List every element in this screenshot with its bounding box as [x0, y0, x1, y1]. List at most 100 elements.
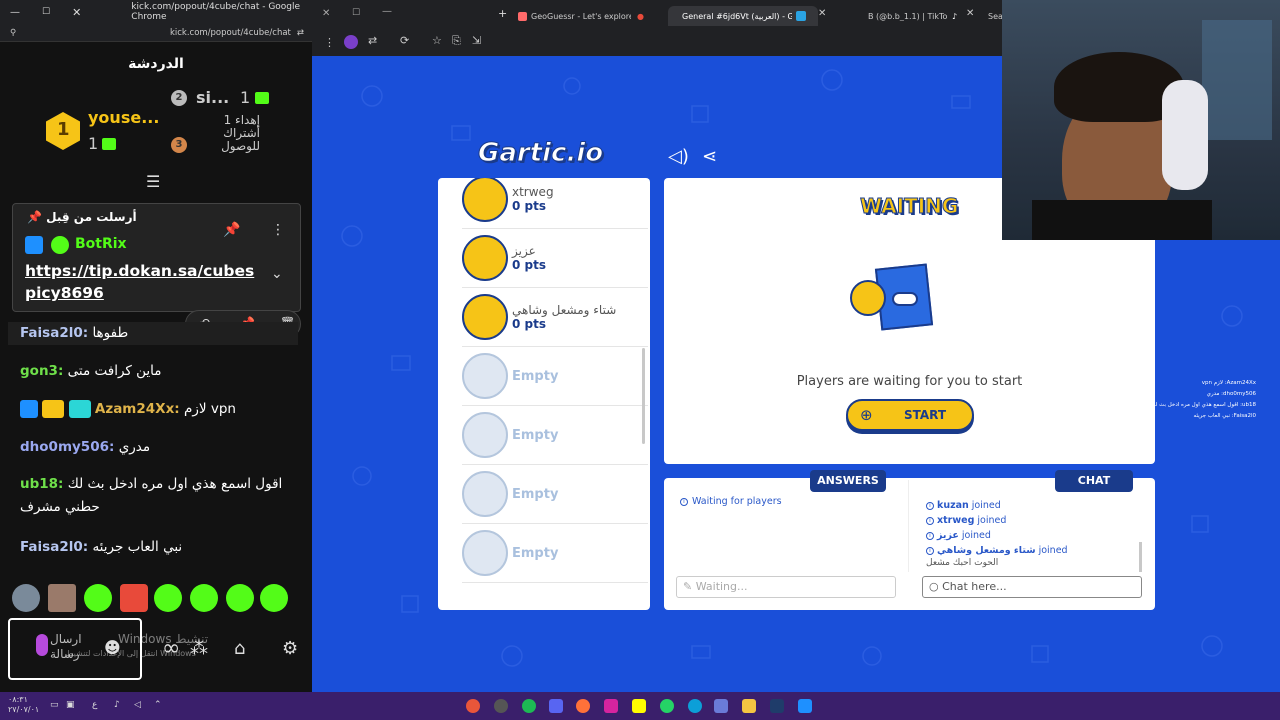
tab-gartic[interactable]: General #6jd6Vt (العربية) - Gartic [668, 6, 818, 26]
more-options-icon[interactable]: ⋮ [271, 222, 285, 238]
player-row[interactable]: شتاء ومشعل وشاهي 0 pts [462, 288, 648, 347]
store-icon[interactable]: ⌂ [234, 638, 245, 659]
bookmark-star-icon[interactable]: ☆ [432, 34, 442, 47]
firefox-taskbar-icon[interactable] [576, 699, 590, 713]
emote[interactable] [226, 584, 254, 612]
info-icon: i [926, 546, 934, 555]
message-user[interactable]: gon3: [20, 363, 63, 379]
player-row[interactable]: عزيز 0 pts [462, 229, 648, 288]
empty-slot: Empty [462, 347, 648, 406]
empty-label: Empty [512, 368, 559, 384]
answers-tab[interactable]: ANSWERS [810, 470, 886, 492]
camera-icon[interactable]: ▣ [66, 700, 75, 710]
tab-tiktok[interactable]: B (@b.b_1.1) | TikTok ♪ [868, 6, 968, 26]
maximize-icon[interactable]: ☐ [42, 7, 50, 17]
chrome-taskbar-icon[interactable] [466, 699, 480, 713]
volume-icon[interactable]: ◁ [134, 700, 141, 710]
tab-geoguessr[interactable]: GeoGuessr - Let's explore the w ● [518, 6, 648, 26]
tray-expand-icon[interactable]: ⌃ [154, 700, 162, 710]
chat-tab[interactable]: CHAT [1055, 470, 1133, 492]
share-page-icon[interactable]: ⇲ [472, 34, 481, 47]
minimize-icon[interactable]: — [10, 7, 20, 18]
maximize-icon[interactable]: ☐ [352, 8, 360, 18]
snapchat-taskbar-icon[interactable] [632, 699, 646, 713]
share-icon[interactable]: ⋖ [702, 146, 717, 167]
unpin-icon[interactable]: 📌 [223, 222, 240, 238]
chat-message[interactable]: Azam24Xx: لازم vpn [20, 398, 298, 421]
close-icon[interactable]: ✕ [322, 8, 330, 19]
instagram-taskbar-icon[interactable] [604, 699, 618, 713]
players-panel: xtrweg 0 pts عزيز 0 pts شتاء ومشعل وشاهي… [438, 178, 650, 610]
tab-label: Sear [988, 11, 1002, 21]
overlay-line: ub18: اقول اسمع هذي اول مره ادخل بث لك [1151, 402, 1256, 408]
tab-label: B (@b.b_1.1) | TikTok [868, 11, 948, 21]
app2-taskbar-icon[interactable] [770, 699, 784, 713]
overlay-line: Azam24Xx: لازم vpn [1201, 380, 1256, 386]
pinned-sender: BotRix [75, 236, 127, 252]
app-taskbar-icon[interactable] [714, 699, 728, 713]
close-tab-icon[interactable]: ✕ [818, 8, 826, 19]
message-user[interactable]: Azam24Xx: [95, 401, 180, 417]
player-row[interactable]: xtrweg 0 pts [462, 178, 648, 229]
emote[interactable] [12, 584, 40, 612]
spotify-taskbar-icon[interactable] [522, 699, 536, 713]
emote[interactable] [190, 584, 218, 612]
window-glow [1202, 20, 1272, 140]
chat-message[interactable]: ub18: اقول اسمع هذي اول مره ادخل بث لك ح… [20, 473, 298, 519]
translate-icon[interactable]: ⎘ [452, 34, 461, 48]
menu-dots-icon[interactable]: ⋮ [324, 36, 335, 49]
emote[interactable] [84, 584, 112, 612]
extensions-icon[interactable]: ⇄ [368, 34, 377, 47]
language-icon[interactable]: ع [92, 700, 97, 710]
reload-icon[interactable]: ⟳ [400, 34, 409, 47]
chat-message[interactable]: Faisa2l0: نبي العاب جريئه [20, 536, 298, 559]
gift-icon [102, 138, 116, 150]
chat-message[interactable]: dho0my506: مدري [20, 436, 298, 459]
answer-input[interactable]: ✎ Waiting... [676, 576, 896, 598]
file-explorer-taskbar-icon[interactable] [742, 699, 756, 713]
players-scrollbar[interactable] [642, 348, 645, 444]
message-user[interactable]: dho0my506: [20, 439, 114, 455]
whatsapp-taskbar-icon[interactable] [660, 699, 674, 713]
info-icon: i [926, 531, 934, 540]
chat-scrollbar[interactable] [1139, 542, 1142, 572]
message-user[interactable]: ub18: [20, 476, 63, 492]
close-icon[interactable]: ✕ [72, 6, 81, 19]
chat-input[interactable]: ○ Chat here... [922, 576, 1142, 598]
sound-icon[interactable]: ◁) [668, 146, 689, 167]
message-user[interactable]: Faisa2l0: [20, 325, 88, 341]
edge-taskbar-icon[interactable] [688, 699, 702, 713]
site-settings-icon[interactable]: ⚲ [10, 28, 16, 38]
collapse-icon[interactable]: ☰ [146, 172, 160, 191]
emote[interactable] [260, 584, 288, 612]
second-rank: 2 [171, 90, 187, 106]
emote[interactable] [154, 584, 182, 612]
profile-avatar[interactable] [344, 35, 358, 49]
obs-taskbar-icon[interactable] [494, 699, 508, 713]
new-tab-icon[interactable]: + [498, 7, 507, 20]
kick-urlbar[interactable]: ⚲ kick.com/popout/4cube/chat ⇄ [0, 24, 312, 42]
tab-search[interactable]: Sear [988, 6, 1002, 26]
start-button[interactable]: ⊕ START [846, 399, 974, 431]
chevron-down-icon[interactable]: ⌄ [271, 266, 283, 282]
webcam-feed [1002, 0, 1280, 240]
microphone-icon[interactable] [36, 634, 48, 656]
stream-chat-overlay: Azam24Xx: لازم vpn dho0my506: مدري ub18:… [1096, 378, 1256, 422]
start-menu-icon[interactable] [798, 699, 812, 713]
chat-message[interactable]: gon3: ماين كرافت متى [20, 360, 298, 383]
close-tab-icon[interactable]: ✕ [966, 8, 974, 19]
chat-message[interactable]: Faisa2l0: طفوها [8, 322, 298, 345]
extension-icon[interactable]: ⇄ [297, 28, 304, 38]
player-avatar [462, 294, 508, 340]
message-user[interactable]: Faisa2l0: [20, 539, 88, 555]
minimize-icon[interactable]: — [382, 6, 392, 17]
settings-gear-icon[interactable]: ⚙ [282, 638, 298, 659]
emote[interactable] [48, 584, 76, 612]
emote[interactable] [120, 584, 148, 612]
notification-icon[interactable]: ▭ [50, 700, 59, 710]
clock-date: ٢٧/٠٧/٠١ [8, 705, 40, 714]
mic-tray-icon[interactable]: ♪ [114, 700, 120, 710]
discord-taskbar-icon[interactable] [549, 699, 563, 713]
pinned-link[interactable]: https://tip.dokan.sa/cubespicy8696 [25, 260, 255, 304]
message-text: مدري [118, 439, 151, 455]
